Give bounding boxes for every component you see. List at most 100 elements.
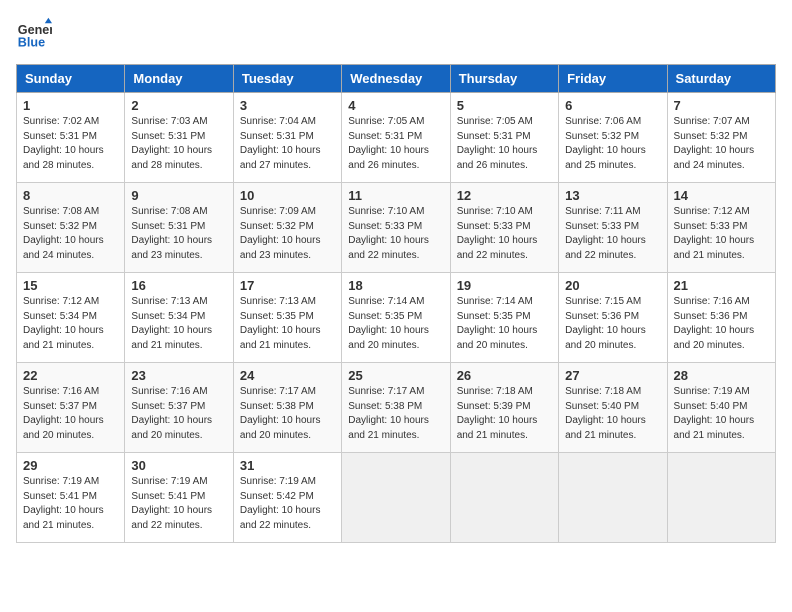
calendar-cell [450,453,558,543]
day-number: 1 [23,98,118,113]
day-number: 14 [674,188,769,203]
day-info: Sunrise: 7:17 AMSunset: 5:38 PMDaylight:… [348,385,443,443]
day-info: Sunrise: 7:09 AMSunset: 5:32 PMDaylight:… [240,205,335,263]
calendar-table: SundayMondayTuesdayWednesdayThursdayFrid… [16,64,776,543]
calendar-cell: 25 Sunrise: 7:17 AMSunset: 5:38 PMDaylig… [342,363,450,453]
day-number: 23 [131,368,226,383]
day-info: Sunrise: 7:19 AMSunset: 5:40 PMDaylight:… [674,385,769,443]
day-number: 10 [240,188,335,203]
day-info: Sunrise: 7:07 AMSunset: 5:32 PMDaylight:… [674,115,769,173]
day-number: 22 [23,368,118,383]
day-number: 18 [348,278,443,293]
calendar-cell: 18 Sunrise: 7:14 AMSunset: 5:35 PMDaylig… [342,273,450,363]
weekday-thursday: Thursday [450,65,558,93]
day-info: Sunrise: 7:19 AMSunset: 5:41 PMDaylight:… [131,475,226,533]
calendar-cell: 30 Sunrise: 7:19 AMSunset: 5:41 PMDaylig… [125,453,233,543]
day-info: Sunrise: 7:12 AMSunset: 5:33 PMDaylight:… [674,205,769,263]
week-row-1: 1 Sunrise: 7:02 AMSunset: 5:31 PMDayligh… [17,93,776,183]
day-info: Sunrise: 7:18 AMSunset: 5:39 PMDaylight:… [457,385,552,443]
day-info: Sunrise: 7:04 AMSunset: 5:31 PMDaylight:… [240,115,335,173]
day-info: Sunrise: 7:11 AMSunset: 5:33 PMDaylight:… [565,205,660,263]
day-info: Sunrise: 7:12 AMSunset: 5:34 PMDaylight:… [23,295,118,353]
week-row-4: 22 Sunrise: 7:16 AMSunset: 5:37 PMDaylig… [17,363,776,453]
day-number: 2 [131,98,226,113]
calendar-cell: 12 Sunrise: 7:10 AMSunset: 5:33 PMDaylig… [450,183,558,273]
calendar-cell: 5 Sunrise: 7:05 AMSunset: 5:31 PMDayligh… [450,93,558,183]
calendar-cell: 26 Sunrise: 7:18 AMSunset: 5:39 PMDaylig… [450,363,558,453]
day-number: 8 [23,188,118,203]
calendar-cell: 16 Sunrise: 7:13 AMSunset: 5:34 PMDaylig… [125,273,233,363]
calendar-cell: 27 Sunrise: 7:18 AMSunset: 5:40 PMDaylig… [559,363,667,453]
day-info: Sunrise: 7:16 AMSunset: 5:36 PMDaylight:… [674,295,769,353]
svg-text:Blue: Blue [18,36,45,50]
day-number: 21 [674,278,769,293]
day-number: 26 [457,368,552,383]
day-info: Sunrise: 7:08 AMSunset: 5:31 PMDaylight:… [131,205,226,263]
logo-icon: General Blue [16,16,52,52]
day-number: 3 [240,98,335,113]
day-info: Sunrise: 7:17 AMSunset: 5:38 PMDaylight:… [240,385,335,443]
day-number: 29 [23,458,118,473]
calendar-cell: 29 Sunrise: 7:19 AMSunset: 5:41 PMDaylig… [17,453,125,543]
weekday-saturday: Saturday [667,65,775,93]
weekday-header-row: SundayMondayTuesdayWednesdayThursdayFrid… [17,65,776,93]
day-info: Sunrise: 7:05 AMSunset: 5:31 PMDaylight:… [457,115,552,173]
weekday-wednesday: Wednesday [342,65,450,93]
day-info: Sunrise: 7:14 AMSunset: 5:35 PMDaylight:… [348,295,443,353]
weekday-friday: Friday [559,65,667,93]
day-number: 19 [457,278,552,293]
calendar-cell: 28 Sunrise: 7:19 AMSunset: 5:40 PMDaylig… [667,363,775,453]
calendar-cell: 11 Sunrise: 7:10 AMSunset: 5:33 PMDaylig… [342,183,450,273]
day-number: 20 [565,278,660,293]
week-row-3: 15 Sunrise: 7:12 AMSunset: 5:34 PMDaylig… [17,273,776,363]
day-info: Sunrise: 7:10 AMSunset: 5:33 PMDaylight:… [457,205,552,263]
day-info: Sunrise: 7:15 AMSunset: 5:36 PMDaylight:… [565,295,660,353]
weekday-sunday: Sunday [17,65,125,93]
calendar-cell: 24 Sunrise: 7:17 AMSunset: 5:38 PMDaylig… [233,363,341,453]
page-header: General Blue [16,16,776,52]
day-info: Sunrise: 7:16 AMSunset: 5:37 PMDaylight:… [131,385,226,443]
day-info: Sunrise: 7:16 AMSunset: 5:37 PMDaylight:… [23,385,118,443]
day-info: Sunrise: 7:13 AMSunset: 5:34 PMDaylight:… [131,295,226,353]
day-number: 16 [131,278,226,293]
week-row-2: 8 Sunrise: 7:08 AMSunset: 5:32 PMDayligh… [17,183,776,273]
day-number: 30 [131,458,226,473]
calendar-cell: 20 Sunrise: 7:15 AMSunset: 5:36 PMDaylig… [559,273,667,363]
calendar-cell: 6 Sunrise: 7:06 AMSunset: 5:32 PMDayligh… [559,93,667,183]
week-row-5: 29 Sunrise: 7:19 AMSunset: 5:41 PMDaylig… [17,453,776,543]
calendar-cell: 31 Sunrise: 7:19 AMSunset: 5:42 PMDaylig… [233,453,341,543]
day-info: Sunrise: 7:19 AMSunset: 5:42 PMDaylight:… [240,475,335,533]
calendar-cell: 4 Sunrise: 7:05 AMSunset: 5:31 PMDayligh… [342,93,450,183]
day-number: 11 [348,188,443,203]
calendar-cell: 14 Sunrise: 7:12 AMSunset: 5:33 PMDaylig… [667,183,775,273]
day-number: 9 [131,188,226,203]
calendar-cell: 23 Sunrise: 7:16 AMSunset: 5:37 PMDaylig… [125,363,233,453]
calendar-cell: 3 Sunrise: 7:04 AMSunset: 5:31 PMDayligh… [233,93,341,183]
day-number: 13 [565,188,660,203]
calendar-cell: 8 Sunrise: 7:08 AMSunset: 5:32 PMDayligh… [17,183,125,273]
weekday-monday: Monday [125,65,233,93]
day-number: 4 [348,98,443,113]
day-info: Sunrise: 7:10 AMSunset: 5:33 PMDaylight:… [348,205,443,263]
day-number: 27 [565,368,660,383]
day-info: Sunrise: 7:14 AMSunset: 5:35 PMDaylight:… [457,295,552,353]
calendar-cell: 1 Sunrise: 7:02 AMSunset: 5:31 PMDayligh… [17,93,125,183]
day-info: Sunrise: 7:18 AMSunset: 5:40 PMDaylight:… [565,385,660,443]
day-info: Sunrise: 7:06 AMSunset: 5:32 PMDaylight:… [565,115,660,173]
day-number: 24 [240,368,335,383]
day-info: Sunrise: 7:02 AMSunset: 5:31 PMDaylight:… [23,115,118,173]
weekday-tuesday: Tuesday [233,65,341,93]
calendar-cell: 9 Sunrise: 7:08 AMSunset: 5:31 PMDayligh… [125,183,233,273]
calendar-cell: 19 Sunrise: 7:14 AMSunset: 5:35 PMDaylig… [450,273,558,363]
day-number: 12 [457,188,552,203]
day-number: 6 [565,98,660,113]
calendar-cell: 7 Sunrise: 7:07 AMSunset: 5:32 PMDayligh… [667,93,775,183]
calendar-cell: 2 Sunrise: 7:03 AMSunset: 5:31 PMDayligh… [125,93,233,183]
calendar-cell: 21 Sunrise: 7:16 AMSunset: 5:36 PMDaylig… [667,273,775,363]
calendar-cell [667,453,775,543]
calendar-cell: 22 Sunrise: 7:16 AMSunset: 5:37 PMDaylig… [17,363,125,453]
day-info: Sunrise: 7:05 AMSunset: 5:31 PMDaylight:… [348,115,443,173]
calendar-cell: 13 Sunrise: 7:11 AMSunset: 5:33 PMDaylig… [559,183,667,273]
day-number: 17 [240,278,335,293]
day-number: 25 [348,368,443,383]
